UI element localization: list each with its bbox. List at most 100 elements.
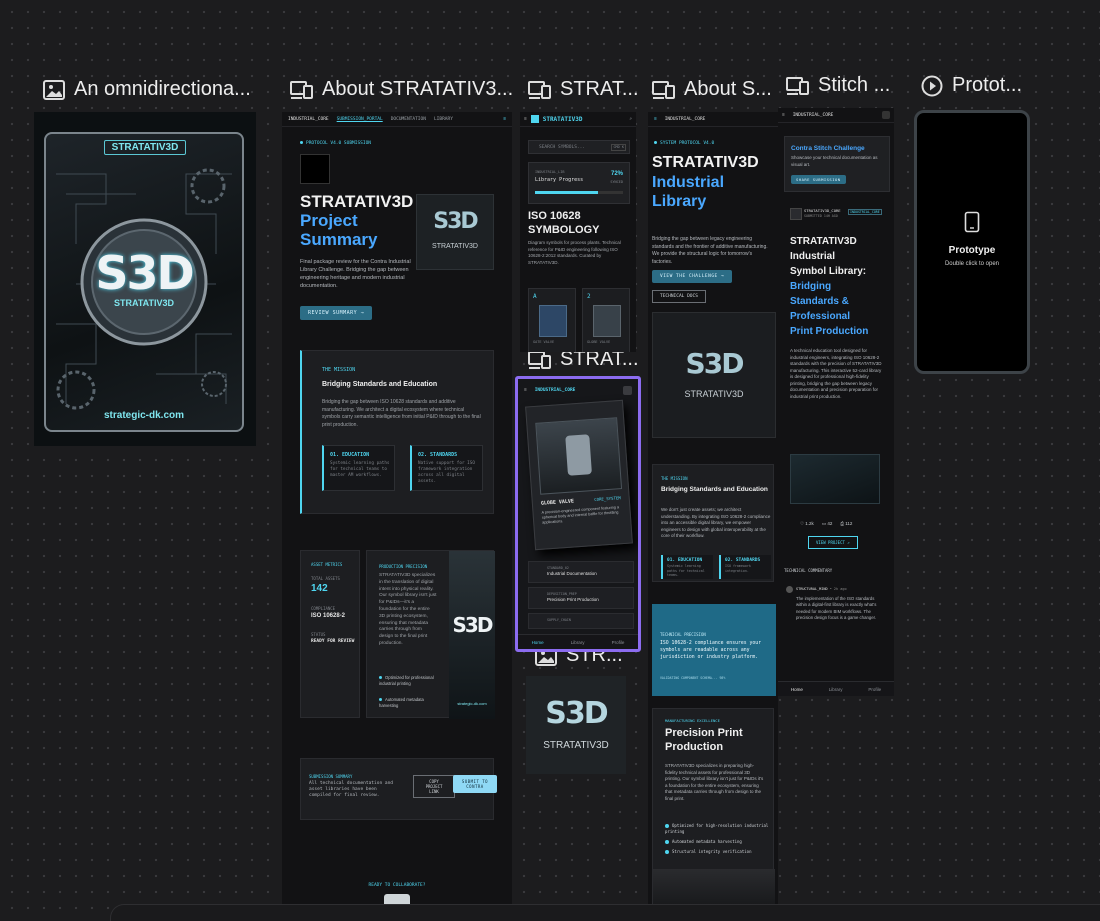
author-name: STRATATIV3D_CORE	[804, 208, 841, 213]
search-icon[interactable]: ⌕	[629, 117, 632, 122]
view-challenge-button[interactable]: VIEW THE CHALLENGE →	[652, 270, 733, 283]
strat-library-frame[interactable]: ≡ STRATATIV3D ⌕ SEARCH SYMBOLS... CMD K …	[520, 112, 636, 352]
status-dot	[300, 141, 303, 144]
menu-icon[interactable]: ≡	[782, 113, 785, 118]
nav-profile[interactable]: Profile	[868, 687, 881, 692]
nav-home[interactable]: Home	[532, 640, 544, 645]
valve-feature-card[interactable]: GLOBE VALVE CORE_SYSTEM A precision-engi…	[525, 399, 633, 551]
search-placeholder: SEARCH SYMBOLS...	[539, 145, 586, 150]
hero-title-1: STRATATIV3D	[300, 192, 414, 211]
devices-icon	[786, 76, 809, 95]
symbol-number: A	[533, 293, 537, 300]
tile-title-stitch[interactable]: Stitch ...	[786, 74, 896, 97]
logo-text: STRATATIV3D	[543, 740, 609, 751]
row-tag: SUPPLY_CHAIN	[547, 618, 571, 622]
top-bar: ≡ INDUSTRIAL_CORE	[778, 108, 894, 123]
hero-title-3: Summary	[300, 230, 378, 249]
comments[interactable]: ▭ 42	[822, 520, 833, 527]
shares[interactable]: ⎙ 112	[840, 520, 852, 527]
box-body: Native support for ISO framework integra…	[418, 461, 475, 484]
strat-detail-frame[interactable]: ≡ INDUSTRIAL_CORE GLOBE VALVE CORE_SYSTE…	[515, 376, 641, 652]
menu-icon[interactable]: ≡	[654, 117, 657, 122]
status-label: STATUS	[311, 632, 326, 637]
nav-library[interactable]: Library	[571, 640, 585, 645]
devices-icon	[528, 80, 551, 99]
symbol-card-gate[interactable]: A GATE VALVE	[528, 288, 576, 352]
nav-profile[interactable]: Profile	[612, 640, 625, 645]
nav-submission[interactable]: SUBMISSION_PORTAL	[337, 117, 383, 122]
prototype-frame[interactable]: Prototype Double click to open	[914, 110, 1030, 374]
tile-title-about-2[interactable]: About S...	[652, 78, 776, 101]
nav-library[interactable]: Library	[829, 687, 843, 692]
menu-icon[interactable]: ≡	[524, 117, 527, 122]
hero-intro: Final package review for the Contra Indu…	[300, 259, 411, 289]
bottom-nav: Home Library Profile	[518, 634, 638, 649]
share-submission-button[interactable]: SHARE SUBMISSION	[791, 175, 846, 184]
avatar[interactable]	[882, 111, 890, 119]
detail-row-print[interactable]: DEPOSITION_PREP Precision Print Producti…	[528, 587, 634, 609]
nav-brand[interactable]: INDUSTRIAL_CORE	[288, 117, 329, 122]
hero-title-1: STRATATIV3D	[652, 154, 759, 171]
review-summary-button[interactable]: REVIEW SUMMARY →	[300, 306, 373, 320]
production-precision-card: PRODUCTION PRECISION STRATATIV3D special…	[366, 550, 495, 719]
progress-tag: INDUSTRIAL_LIB	[535, 170, 565, 174]
search-input[interactable]: SEARCH SYMBOLS... CMD K	[528, 140, 630, 154]
stitch-frame[interactable]: ≡ INDUSTRIAL_CORE Contra Stitch Challeng…	[778, 108, 894, 696]
engagement-row: ♡ 1.2k ▭ 42 ⎙ 112	[800, 520, 880, 527]
precision-bullet-2: Automated metadata harvesting	[379, 697, 424, 708]
valve-image	[535, 417, 623, 495]
brand-name: INDUSTRIAL_CORE	[792, 112, 834, 118]
tp-body: ISO 10628-2 compliance ensures your symb…	[660, 641, 762, 660]
stitch-title-6: Professional	[790, 311, 851, 322]
row-title: Precision Print Production	[547, 597, 599, 602]
nav-library[interactable]: LIBRARY	[434, 117, 453, 122]
tile-title-about[interactable]: About STRATATIV3...	[290, 78, 512, 101]
card-desc: A precision-engineered component featuri…	[541, 505, 620, 526]
about-summary-frame[interactable]: INDUSTRIAL_CORE SUBMISSION_PORTAL DOCUME…	[282, 112, 512, 920]
tile-title-label: Stitch ...	[818, 74, 891, 96]
detail-row-supply[interactable]: SUPPLY_CHAIN	[528, 613, 634, 629]
stitch-title-2: Industrial	[790, 251, 836, 262]
compliance-label: COMPLIANCE	[311, 606, 336, 611]
brand-avatar	[300, 154, 330, 184]
precision-card-art: S3D strategic-dk.com	[449, 551, 495, 719]
asset-metrics-card: ASSET METRICS TOTAL ASSETS 142 COMPLIANC…	[300, 550, 360, 718]
stitch-title-5: Standards &	[790, 296, 849, 307]
likes[interactable]: ♡ 1.2k	[800, 520, 814, 527]
mission-body: Bridging the gap between ISO 10628 stand…	[322, 399, 481, 428]
hero-logo-mark: S3D	[685, 347, 745, 380]
symbol-card-globe[interactable]: 2 GLOBE VALVE	[582, 288, 630, 352]
view-project-button[interactable]: VIEW PROJECT ↗	[808, 536, 858, 549]
menu-icon[interactable]: ≡	[503, 117, 506, 122]
nav-home[interactable]: Home	[791, 687, 803, 692]
symbology-desc: Diagram symbols for process plants. Tech…	[528, 240, 621, 265]
status-value: READY FOR REVIEW	[311, 639, 355, 644]
submit-contra-button[interactable]: SUBMIT TO CONTRA	[453, 775, 497, 793]
top-bar: ≡ INDUSTRIAL_CORE	[518, 383, 638, 397]
protocol-tag: SYSTEM PROTOCOL V4.0	[654, 140, 714, 147]
mission-tag: THE MISSION	[661, 476, 688, 481]
tile-title-strat[interactable]: STRAT...	[528, 78, 640, 101]
stitch-title-4: Bridging	[790, 281, 832, 292]
tile-title-image[interactable]: An omnidirectiona...	[42, 78, 256, 101]
mission-body: We don't just create assets; we architec…	[661, 507, 771, 538]
technical-docs-button[interactable]: TECHNICAL DOCS	[652, 290, 706, 303]
symbology-title-2: SYMBOLOGY	[528, 224, 600, 236]
author-avatar	[790, 208, 802, 220]
author-badge: INDUSTRIAL_CORE	[848, 209, 882, 215]
tile-title-prototype[interactable]: Protot...	[920, 74, 1032, 97]
devices-icon	[290, 80, 313, 99]
nav-documentation[interactable]: DOCUMENTATION	[391, 117, 426, 122]
avatar[interactable]	[623, 385, 632, 395]
menu-icon[interactable]: ≡	[524, 388, 527, 393]
mfg-bullet-3: Structural integrity verification	[665, 849, 769, 855]
copy-link-button[interactable]: COPY PROJECT LINK	[413, 775, 455, 798]
compliance-value: ISO 10628-2	[311, 613, 346, 619]
hero-title-2: Industrial	[652, 174, 725, 191]
about-library-frame[interactable]: ≡ INDUSTRIAL_CORE SYSTEM PROTOCOL V4.0 S…	[648, 112, 778, 920]
detail-row-docs[interactable]: STANDARD_02 Industrial Documentation	[528, 561, 634, 583]
card-art-image[interactable]: STRATATIV3D S3D STRATATIV3D strategic-dk…	[34, 112, 256, 446]
mission-tag: THE MISSION	[322, 367, 356, 373]
submission-body: All technical documentation and asset li…	[309, 781, 393, 798]
strat-logo-image[interactable]: S3D STRATATIV3D	[526, 676, 626, 774]
